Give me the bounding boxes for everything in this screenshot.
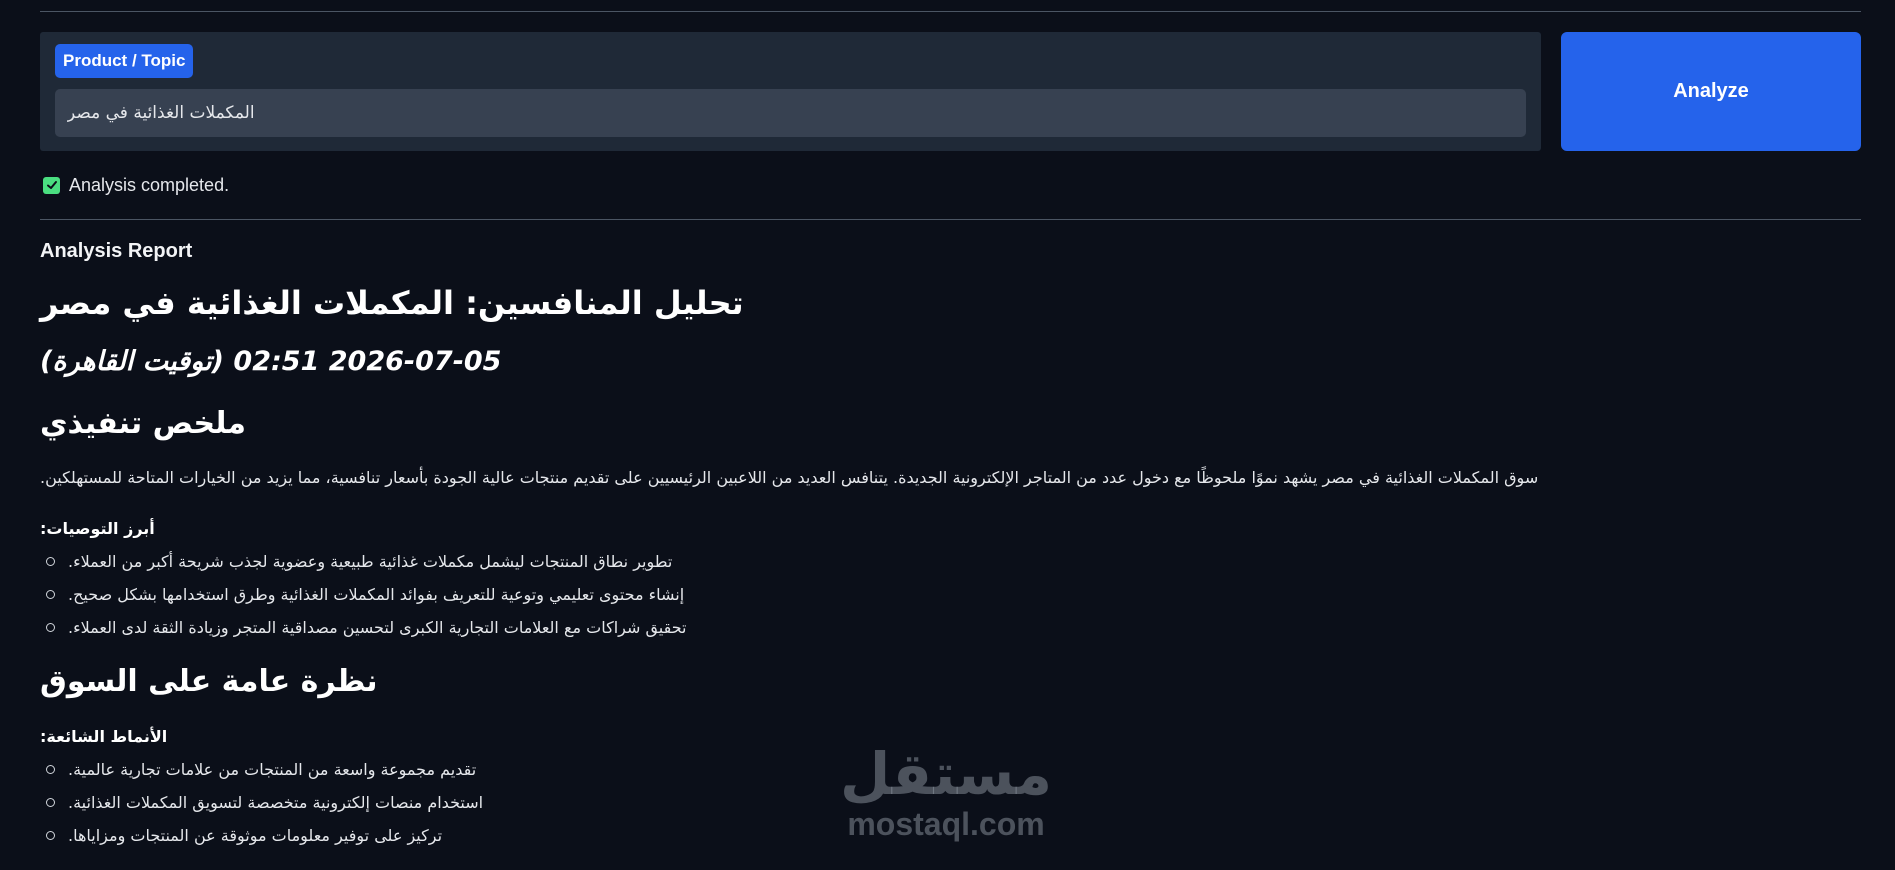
list-item: تطوير نطاق المنتجات ليشمل مكملات غذائية … (46, 552, 672, 571)
market-heading: نظرة عامة على السوق (40, 664, 378, 699)
list-item-text: تركيز على توفير معلومات موثوقة عن المنتج… (68, 826, 443, 845)
bullet-icon (46, 831, 55, 840)
bullet-icon (46, 557, 55, 566)
check-icon (43, 176, 60, 194)
summary-text: سوق المكملات الغذائية في مصر يشهد نموًا … (40, 468, 1539, 487)
watermark: مستقل mostaql.com (826, 742, 1066, 842)
report-title: تحليل المنافسين: المكملات الغذائية في مص… (40, 284, 744, 322)
status-message: Analysis completed. (43, 172, 229, 198)
list-item-text: إنشاء محتوى تعليمي وتوعية للتعريف بفوائد… (68, 585, 685, 604)
report-timestamp: 2026-07-05 02:51 (توقيت القاهرة) (40, 346, 502, 377)
status-text: Analysis completed. (69, 174, 230, 195)
report-divider (40, 219, 1861, 220)
bullet-icon (46, 590, 55, 599)
top-divider (40, 11, 1861, 12)
watermark-logo: مستقل (839, 740, 1053, 808)
list-item: تحقيق شراكات مع العلامات التجارية الكبرى… (46, 618, 687, 637)
topic-input-panel: Product / Topic (40, 32, 1541, 151)
analyze-button[interactable]: Analyze (1561, 32, 1861, 151)
list-item: تركيز على توفير معلومات موثوقة عن المنتج… (46, 826, 442, 845)
recommendations-label: أبرز التوصيات: (40, 519, 155, 538)
patterns-label: الأنماط الشائعة: (40, 727, 168, 746)
list-item: استخدام منصات إلكترونية متخصصة لتسويق ال… (46, 793, 483, 812)
topic-input[interactable] (55, 89, 1526, 137)
list-item-text: استخدام منصات إلكترونية متخصصة لتسويق ال… (68, 793, 484, 812)
watermark-url: mostaql.com (847, 806, 1045, 842)
topic-label-badge: Product / Topic (55, 44, 194, 78)
list-item-text: تقديم مجموعة واسعة من المنتجات من علامات… (68, 760, 477, 779)
bullet-icon (46, 623, 55, 632)
list-item: إنشاء محتوى تعليمي وتوعية للتعريف بفوائد… (46, 585, 684, 604)
list-item-text: تحقيق شراكات مع العلامات التجارية الكبرى… (68, 618, 687, 637)
report-heading: Analysis Report (40, 240, 193, 262)
bullet-icon (46, 798, 55, 807)
summary-heading: ملخص تنفيذي (40, 406, 246, 441)
list-item: تقديم مجموعة واسعة من المنتجات من علامات… (46, 760, 476, 779)
bullet-icon (46, 765, 55, 774)
list-item-text: تطوير نطاق المنتجات ليشمل مكملات غذائية … (68, 552, 673, 571)
